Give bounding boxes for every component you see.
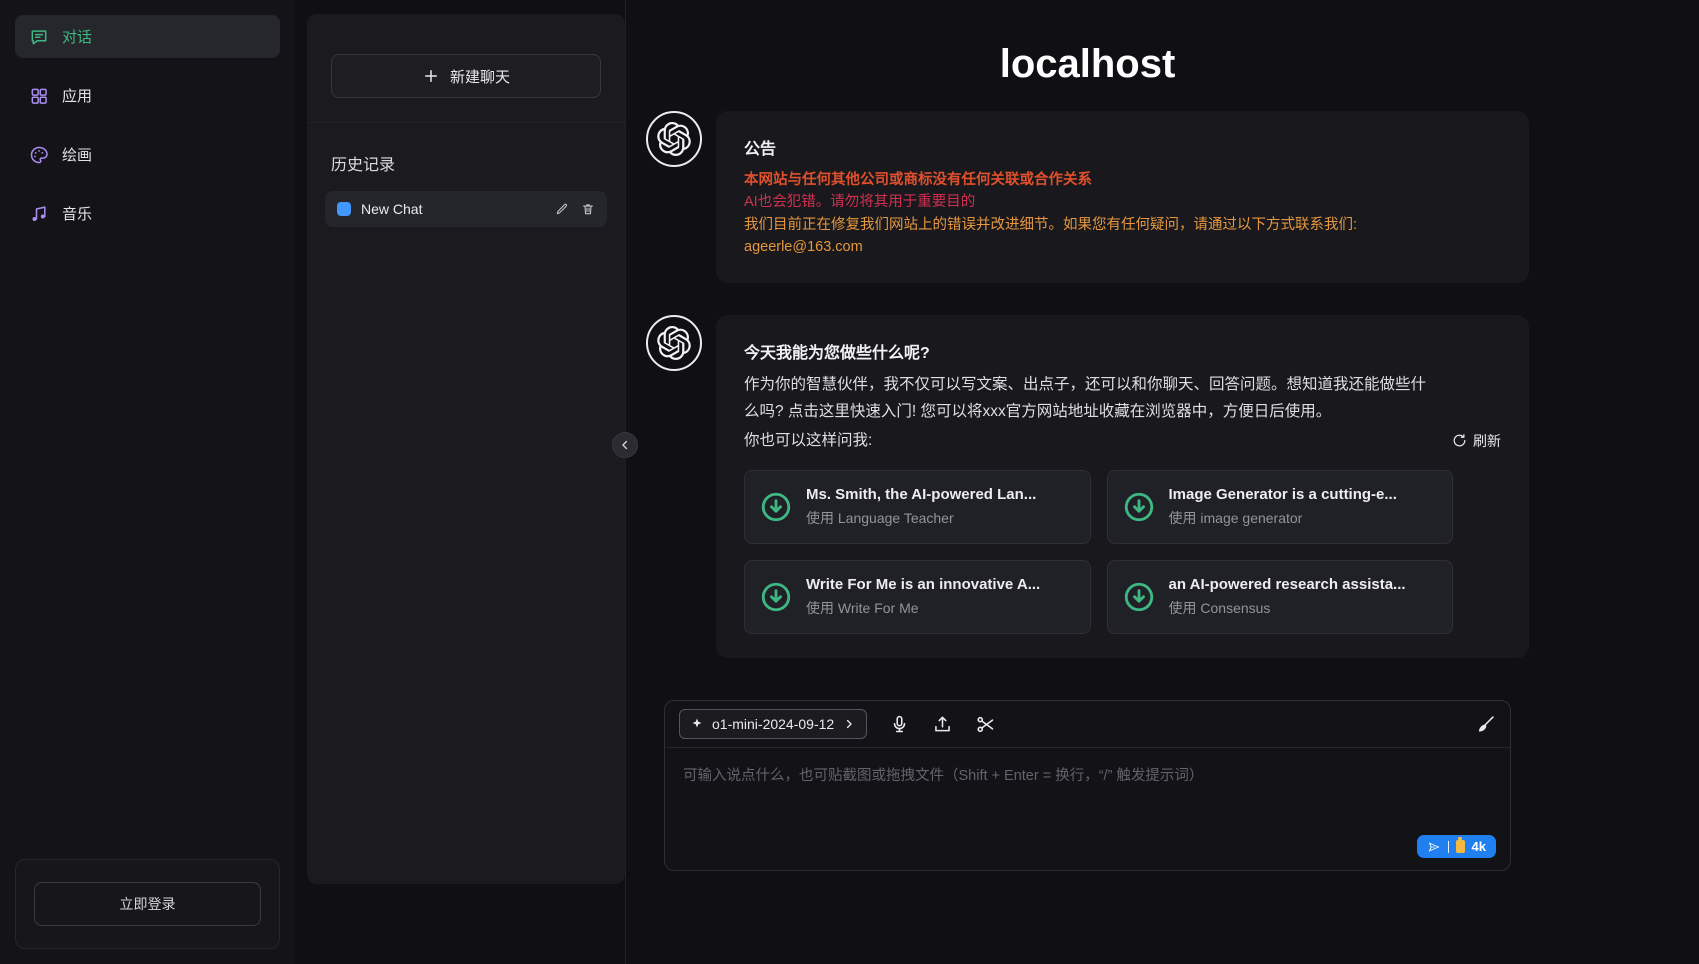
history-list-item[interactable]: New Chat (325, 191, 607, 227)
announcement-line-1: 本网站与任何其他公司或商标没有任何关联或合作关系 (744, 169, 1501, 191)
token-battery-icon (1456, 840, 1465, 853)
sidebar: 对话 应用 绘画 (0, 0, 295, 964)
download-circle-icon (1122, 490, 1156, 524)
assistant-avatar (646, 111, 702, 167)
chat-list-header: 新建聊天 (307, 14, 625, 123)
announcement-bubble: 公告 本网站与任何其他公司或商标没有任何关联或合作关系 AI也会犯错。请勿将其用… (716, 111, 1529, 283)
palette-icon (29, 145, 49, 165)
download-circle-icon (759, 580, 793, 614)
suggestion-card[interactable]: Ms. Smith, the AI-powered Lan... 使用 Lang… (744, 470, 1091, 544)
download-circle-icon (1122, 580, 1156, 614)
suggestion-texts: Write For Me is an innovative A... 使用 Wr… (806, 576, 1040, 618)
collapse-panel-button[interactable] (612, 432, 638, 458)
contact-email-link[interactable]: ageerle@163.com (744, 239, 863, 255)
ask-row: 你也可以这样问我: 刷新 (744, 427, 1501, 454)
edit-icon[interactable] (555, 202, 569, 216)
openai-logo-icon (657, 122, 691, 156)
badge-divider (1448, 841, 1449, 853)
upload-icon[interactable] (932, 714, 953, 735)
suggestion-grid: Ms. Smith, the AI-powered Lan... 使用 Lang… (744, 470, 1453, 634)
welcome-body: 作为你的智慧伙伴，我不仅可以写文案、出点子，还可以和你聊天、回答问题。想知道我还… (744, 371, 1434, 425)
sidebar-item-label: 绘画 (62, 144, 92, 165)
chevron-right-icon (842, 717, 856, 731)
app-root: 对话 应用 绘画 (0, 0, 1699, 964)
scissors-icon[interactable] (975, 714, 996, 735)
suggestion-texts: an AI-powered research assista... 使用 Con… (1169, 576, 1406, 618)
music-note-icon (29, 204, 49, 224)
new-chat-button[interactable]: 新建聊天 (331, 54, 601, 98)
message-input[interactable] (681, 762, 1494, 828)
suggestion-title: Image Generator is a cutting-e... (1169, 486, 1397, 503)
refresh-icon (1452, 433, 1467, 448)
delete-icon[interactable] (581, 202, 595, 216)
panel-divider (625, 0, 626, 964)
sidebar-item-label: 音乐 (62, 203, 92, 224)
composer-toolbar: o1-mini-2024-09-12 (665, 701, 1510, 748)
chat-icon (29, 27, 49, 47)
chevron-left-icon (618, 438, 632, 452)
message-announcement: 公告 本网站与任何其他公司或商标没有任何关联或合作关系 AI也会犯错。请勿将其用… (646, 111, 1529, 283)
clear-context-brush-icon[interactable] (1475, 714, 1496, 735)
suggestion-card[interactable]: Image Generator is a cutting-e... 使用 ima… (1107, 470, 1454, 544)
sidebar-item-chat[interactable]: 对话 (15, 15, 280, 58)
sidebar-item-music[interactable]: 音乐 (15, 192, 280, 235)
composer: o1-mini-2024-09-12 (664, 700, 1511, 871)
history-item-title: New Chat (361, 201, 422, 217)
login-button[interactable]: 立即登录 (34, 882, 261, 926)
suggestion-texts: Ms. Smith, the AI-powered Lan... 使用 Lang… (806, 486, 1036, 528)
history-item-actions (555, 202, 595, 216)
send-token-badge[interactable]: 4k (1417, 835, 1496, 858)
suggestion-card[interactable]: Write For Me is an innovative A... 使用 Wr… (744, 560, 1091, 634)
plus-icon (422, 67, 440, 85)
suggestion-title: Write For Me is an innovative A... (806, 576, 1040, 593)
sidebar-item-label: 应用 (62, 85, 92, 106)
refresh-suggestions-button[interactable]: 刷新 (1452, 431, 1501, 451)
token-count-label: 4k (1472, 839, 1486, 854)
suggestion-subtitle: 使用 image generator (1169, 508, 1397, 528)
welcome-bubble: 今天我能为您做些什么呢? 作为你的智慧伙伴，我不仅可以写文案、出点子，还可以和你… (716, 315, 1529, 658)
page-title: localhost (646, 42, 1529, 87)
chat-list-panel: 新建聊天 历史记录 New Chat (307, 14, 625, 884)
refresh-label: 刷新 (1473, 431, 1501, 451)
sidebar-item-apps[interactable]: 应用 (15, 74, 280, 117)
suggestion-title: Ms. Smith, the AI-powered Lan... (806, 486, 1036, 503)
suggestion-card[interactable]: an AI-powered research assista... 使用 Con… (1107, 560, 1454, 634)
message-welcome: 今天我能为您做些什么呢? 作为你的智慧伙伴，我不仅可以写文案、出点子，还可以和你… (646, 315, 1529, 658)
suggestion-subtitle: 使用 Language Teacher (806, 508, 1036, 528)
assistant-avatar (646, 315, 702, 371)
login-box: 立即登录 (15, 859, 280, 949)
ask-label: 你也可以这样问我: (744, 427, 872, 454)
main-chat-area: localhost 公告 本网站与任何其他公司或商标没有任何关联或合作关系 AI… (626, 0, 1699, 964)
history-title: 历史记录 (331, 151, 601, 175)
suggestion-title: an AI-powered research assista... (1169, 576, 1406, 593)
sidebar-item-drawing[interactable]: 绘画 (15, 133, 280, 176)
microphone-icon[interactable] (889, 714, 910, 735)
sparkle-icon (690, 717, 704, 731)
announcement-line-3: 我们目前正在修复我们网站上的错误并改进细节。如果您有任何疑问，请通过以下方式联系… (744, 214, 1501, 236)
model-selector[interactable]: o1-mini-2024-09-12 (679, 709, 867, 739)
model-label: o1-mini-2024-09-12 (712, 716, 834, 732)
announcement-title: 公告 (744, 135, 1501, 159)
new-chat-label: 新建聊天 (450, 66, 510, 87)
suggestion-texts: Image Generator is a cutting-e... 使用 ima… (1169, 486, 1397, 528)
suggestion-subtitle: 使用 Write For Me (806, 598, 1040, 618)
announcement-line-2: AI也会犯错。请勿将其用于重要目的 (744, 191, 1501, 213)
download-circle-icon (759, 490, 793, 524)
welcome-title: 今天我能为您做些什么呢? (744, 339, 1501, 363)
openai-logo-icon (657, 326, 691, 360)
chat-color-swatch (337, 202, 351, 216)
sidebar-item-label: 对话 (62, 26, 92, 47)
suggestion-subtitle: 使用 Consensus (1169, 598, 1406, 618)
composer-body: 4k (665, 748, 1510, 870)
send-icon (1427, 840, 1441, 854)
apps-grid-icon (29, 86, 49, 106)
